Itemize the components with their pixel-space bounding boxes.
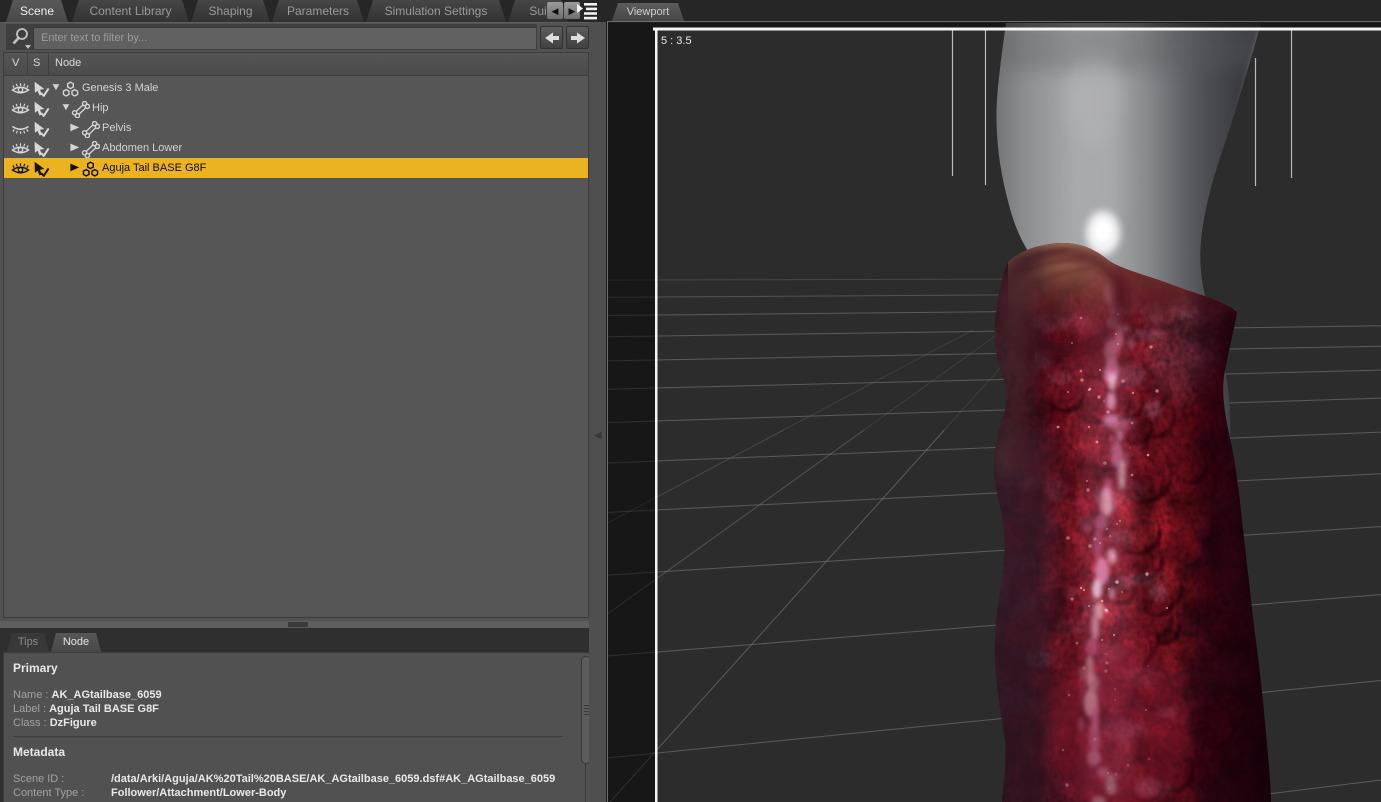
svg-text:5 : 3.5: 5 : 3.5	[661, 35, 692, 47]
